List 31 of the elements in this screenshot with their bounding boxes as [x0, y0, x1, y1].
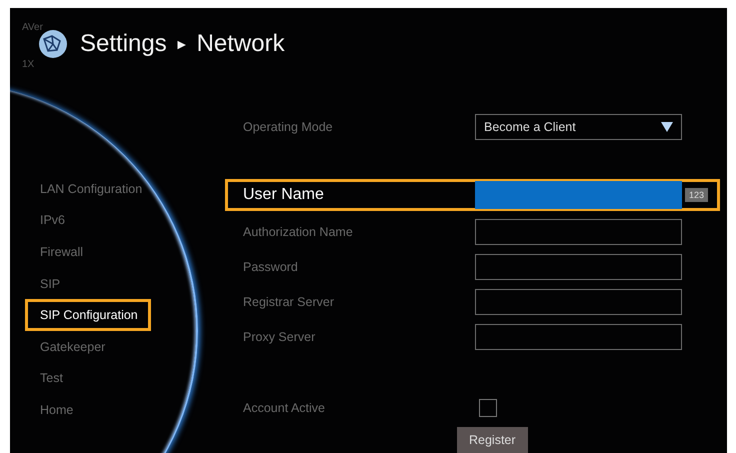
- mode-dropdown[interactable]: Become a Client: [475, 114, 682, 140]
- input-field[interactable]: [475, 324, 682, 350]
- breadcrumb-separator: ►: [174, 36, 189, 52]
- input-field[interactable]: [475, 254, 682, 280]
- input-field[interactable]: [475, 181, 682, 209]
- field-label: Proxy Server: [243, 330, 316, 344]
- field-label: User Name: [243, 186, 325, 204]
- field-label: Registrar Server: [243, 294, 335, 308]
- globe-icon: [38, 28, 68, 58]
- sidebar-item[interactable]: Home: [25, 394, 86, 426]
- logo-text: 1X: [22, 58, 34, 70]
- logo-text: AVer: [22, 22, 43, 32]
- field-label: Operating Mode: [243, 120, 334, 134]
- sidebar-item[interactable]: Gatekeeper: [25, 330, 118, 363]
- sidebar-item[interactable]: LAN Configuration: [25, 173, 156, 205]
- sidebar-item[interactable]: Test: [25, 362, 76, 394]
- dropdown-arrow-icon: [661, 122, 673, 132]
- field-label: Password: [243, 260, 299, 274]
- field-label: Account Active: [243, 400, 326, 414]
- page-title: Settings: [80, 30, 167, 58]
- sidebar-item[interactable]: Firewall: [25, 236, 96, 268]
- sidebar-item[interactable]: IPv6: [25, 204, 78, 236]
- field-label: Authorization Name: [243, 224, 354, 238]
- input-field[interactable]: [475, 288, 682, 314]
- sidebar-item[interactable]: SIP Configuration: [25, 299, 151, 331]
- sidebar-item[interactable]: SIP: [25, 268, 74, 300]
- page-subtitle: Network: [196, 30, 285, 58]
- input-mode-badge: 123: [685, 188, 708, 202]
- checkbox[interactable]: [479, 398, 497, 416]
- register-button[interactable]: Register: [457, 427, 528, 453]
- input-field[interactable]: [475, 218, 682, 244]
